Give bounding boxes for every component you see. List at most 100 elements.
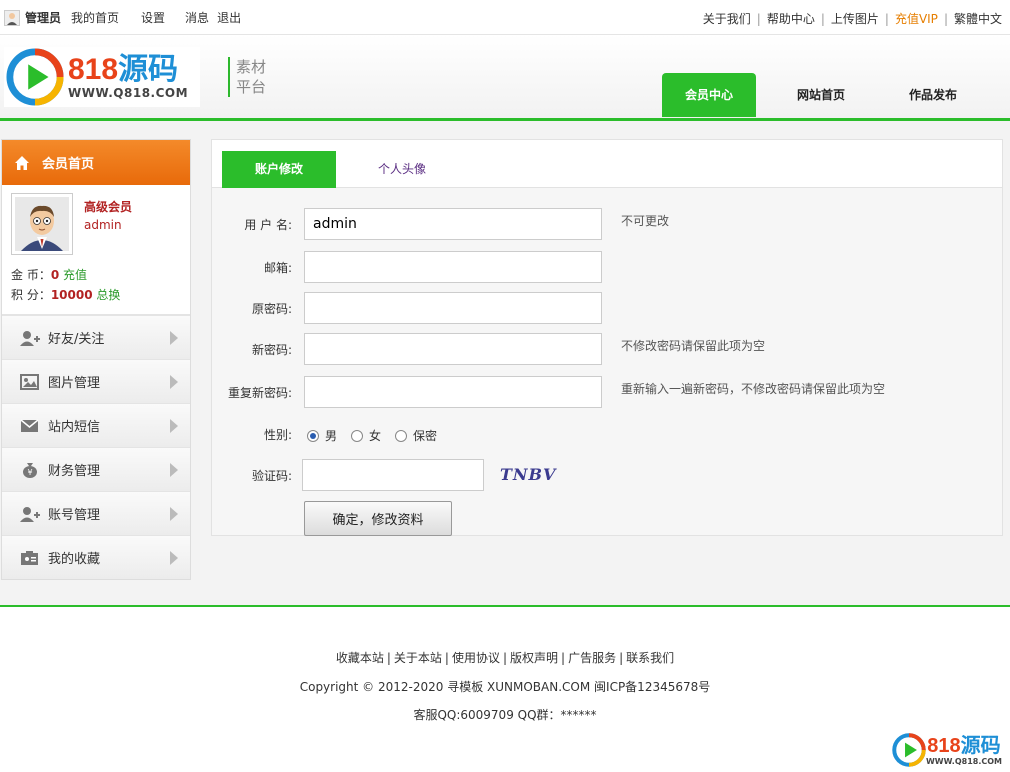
username-hint: 不可更改 (621, 214, 670, 228)
subtitle-line-1: 素材 (236, 58, 267, 76)
repeat-password-label: 重复新密码: (227, 386, 292, 400)
divider: | (561, 651, 566, 665)
email-row: 邮箱: (212, 251, 1004, 285)
member-level: 高级会员 (84, 200, 133, 214)
chevron-right-icon (170, 551, 178, 565)
footer-logo-cn: 源码 (960, 734, 1001, 757)
divider: | (884, 11, 889, 26)
site-logo[interactable]: 818源码 WWW.Q818.COM (4, 47, 200, 107)
captcha-field[interactable] (302, 459, 484, 491)
my-home-link[interactable]: 我的首页 (71, 9, 119, 26)
divider: | (386, 651, 391, 665)
recharge-link[interactable]: 充值 (63, 268, 87, 282)
new-password-field[interactable] (304, 333, 602, 365)
submit-profile-button[interactable]: 确定，修改资料 (304, 501, 452, 536)
radio-checked-icon (307, 429, 319, 442)
nav-site-home[interactable]: 网站首页 (774, 73, 868, 117)
support-qq-text: 客服QQ:6009709 QQ群：****** (413, 708, 597, 722)
sidebar-item-favorites[interactable]: 我的收藏 (2, 535, 190, 579)
repeat-password-hint: 重新输入一遍新密码，不修改密码请保留此项为空 (621, 382, 886, 396)
sidebar-item-images[interactable]: 图片管理 (2, 359, 190, 403)
sidebar-item-label: 图片管理 (48, 376, 101, 391)
captcha-image[interactable]: TNBV (500, 465, 555, 487)
gender-male-radio[interactable]: 男 (307, 427, 337, 444)
money-bag-icon: ¥ (23, 462, 37, 478)
logo-number: 818 (68, 53, 119, 86)
tab-account-edit[interactable]: 账户修改 (222, 151, 336, 188)
sidebar-item-messages[interactable]: 站内短信 (2, 403, 190, 447)
logout-link[interactable]: 退出 (217, 9, 241, 26)
radio-unchecked-icon (395, 429, 408, 442)
footer-logo-brand: 818源码 (926, 735, 1002, 757)
divider: | (756, 11, 761, 26)
captcha-label: 验证码: (251, 469, 292, 483)
footer-link-bookmark[interactable]: 收藏本站 (336, 651, 384, 665)
captcha-row: 验证码: TNBV (212, 459, 1004, 493)
exchange-link[interactable]: 总换 (96, 288, 120, 302)
copyright-text: Copyright © 2012-2020 寻模板 XUNMOBAN.COM 闽… (299, 680, 711, 694)
gender-female-label: 女 (369, 429, 382, 443)
new-password-label: 新密码: (251, 343, 292, 357)
help-center-link[interactable]: 帮助中心 (767, 10, 815, 27)
svg-text:¥: ¥ (27, 468, 32, 477)
nav-publish-work[interactable]: 作品发布 (886, 73, 980, 117)
site-footer: 收藏本站 | 关于本站 | 使用协议 | 版权声明 | 广告服务 | 联系我们 Copyright … (0, 607, 1010, 772)
gender-secret-radio[interactable]: 保密 (395, 427, 437, 444)
footer-link-terms[interactable]: 使用协议 (452, 651, 500, 665)
messages-link[interactable]: 消息 (185, 9, 209, 26)
radio-unchecked-icon (351, 429, 364, 442)
top-bar-left: 管理员 我的首页 设置 消息 退出 (4, 9, 255, 26)
footer-link-about[interactable]: 关于本站 (394, 651, 442, 665)
user-avatar-icon (4, 9, 20, 26)
user-avatar-image (15, 197, 69, 251)
favorite-icon (21, 550, 38, 565)
logo-text: 818源码 WWW.Q818.COM (68, 53, 189, 101)
old-password-field[interactable] (304, 292, 602, 324)
chevron-right-icon (170, 507, 178, 521)
account-edit-panel: 账户修改 个人头像 用 户 名: 不可更改 邮箱: 原密码: 新密码: 不修改密… (211, 139, 1003, 536)
top-bar: 管理员 我的首页 设置 消息 退出 关于我们 | 帮助中心 | 上传图片 | 充… (0, 0, 1010, 35)
user-link[interactable]: 管理员 (25, 9, 61, 26)
coins-label: 金 币： (11, 268, 51, 282)
footer-link-ads[interactable]: 广告服务 (568, 651, 616, 665)
main-nav: 会员中心 网站首页 作品发布 (644, 73, 980, 117)
about-us-link[interactable]: 关于我们 (703, 10, 751, 27)
recharge-vip-link[interactable]: 充值VIP (895, 10, 938, 27)
upload-image-link[interactable]: 上传图片 (831, 10, 879, 27)
email-label: 邮箱: (263, 261, 292, 275)
tab-avatar[interactable]: 个人头像 (352, 151, 452, 188)
points-label: 积 分： (11, 288, 51, 302)
gender-radio-group: 男 女 保密 (307, 427, 451, 444)
coins-value: 0 (50, 268, 60, 282)
old-password-label: 原密码: (251, 302, 292, 316)
settings-link[interactable]: 设置 (141, 9, 165, 26)
nav-member-center[interactable]: 会员中心 (662, 73, 756, 117)
sidebar-item-finance[interactable]: ¥ 财务管理 (2, 447, 190, 491)
site-header: 818源码 WWW.Q818.COM 素材 平台 会员中心 网站首页 作品发布 (0, 35, 1010, 118)
sidebar-item-label: 账号管理 (48, 508, 101, 523)
home-icon (15, 155, 29, 170)
gender-male-label: 男 (325, 429, 338, 443)
username-field[interactable] (304, 208, 602, 240)
username-label: 用 户 名: (244, 218, 292, 232)
footer-link-copyright[interactable]: 版权声明 (510, 651, 558, 665)
avatar[interactable] (11, 193, 73, 255)
sidebar-item-account[interactable]: 账号管理 (2, 491, 190, 535)
email-field[interactable] (304, 251, 602, 283)
footer-logo: 818源码 WWW.Q818.COM (892, 733, 1002, 767)
old-password-row: 原密码: (212, 292, 1004, 326)
panel-tabs: 账户修改 个人头像 (212, 140, 1002, 188)
logo-url: WWW.Q818.COM (68, 86, 189, 100)
username-row: 用 户 名: 不可更改 (212, 208, 1004, 242)
points-row: 积 分：10000 总换 (11, 286, 120, 303)
repeat-password-field[interactable] (304, 376, 602, 408)
sidebar-item-label: 好友/关注 (48, 332, 105, 347)
traditional-chinese-link[interactable]: 繁體中文 (954, 10, 1002, 27)
footer-link-contact[interactable]: 联系我们 (626, 651, 674, 665)
footer-links: 收藏本站 | 关于本站 | 使用协议 | 版权声明 | 广告服务 | 联系我们 (0, 649, 1010, 666)
top-bar-right: 关于我们 | 帮助中心 | 上传图片 | 充值VIP | 繁體中文 (703, 10, 1002, 27)
sidebar-item-friends[interactable]: 好友/关注 (2, 315, 190, 359)
sidebar-header-member-home[interactable]: 会员首页 (2, 140, 190, 185)
gender-female-radio[interactable]: 女 (351, 427, 381, 444)
new-password-row: 新密码: 不修改密码请保留此项为空 (212, 333, 1004, 367)
